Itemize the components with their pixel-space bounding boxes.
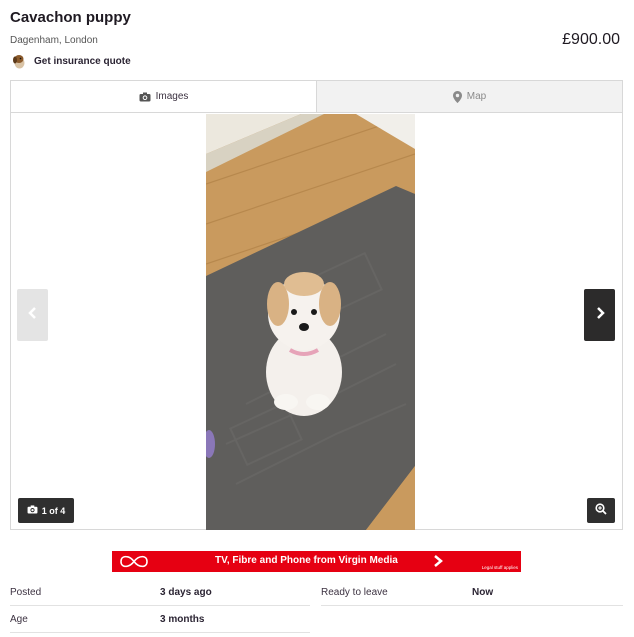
detail-value: 3 days ago xyxy=(160,587,212,598)
camera-icon xyxy=(27,505,38,516)
listing-location: Dagenham, London xyxy=(10,35,98,46)
virgin-media-logo-icon xyxy=(119,554,149,574)
tab-images[interactable]: Images xyxy=(11,81,316,112)
chevron-right-icon xyxy=(433,554,443,573)
insurance-quote-link[interactable]: Get insurance quote xyxy=(12,53,131,69)
ad-headline: TV, Fibre and Phone from Virgin Media xyxy=(215,555,398,566)
camera-icon xyxy=(139,92,151,102)
tab-map-label: Map xyxy=(466,91,487,102)
tab-map[interactable]: Map xyxy=(316,81,622,112)
detail-value: Now xyxy=(472,587,494,598)
listing-title: Cavachon puppy xyxy=(10,9,131,26)
detail-label: Age xyxy=(10,614,28,625)
detail-label: Posted xyxy=(10,587,42,598)
detail-row: Ready to leave Now xyxy=(321,580,623,606)
detail-value: 3 months xyxy=(160,614,205,625)
image-counter: 1 of 4 xyxy=(18,498,74,523)
listing-price: £900.00 xyxy=(562,31,620,48)
previous-image-button[interactable] xyxy=(17,289,48,341)
image-gallery: Images Map 1 of 4 xyxy=(10,80,623,530)
map-pin-icon xyxy=(452,90,462,103)
chevron-left-icon xyxy=(27,306,38,325)
next-image-button[interactable] xyxy=(584,289,615,341)
image-counter-label: 1 of 4 xyxy=(41,505,66,516)
ad-legal-text: Legal stuff applies xyxy=(481,565,518,570)
puppy-photo[interactable] xyxy=(206,114,415,530)
chevron-right-icon xyxy=(595,306,605,325)
zoom-button[interactable] xyxy=(587,498,615,523)
tab-images-label: Images xyxy=(155,91,189,102)
gallery-tabs: Images Map xyxy=(11,81,622,113)
zoom-in-icon xyxy=(595,502,607,520)
detail-label: Ready to leave xyxy=(321,587,388,598)
insurance-quote-label: Get insurance quote xyxy=(34,55,131,67)
detail-row: Age 3 months xyxy=(10,607,310,633)
detail-row: Posted 3 days ago xyxy=(10,580,310,606)
dog-avatar-icon xyxy=(12,53,27,69)
virgin-media-ad-banner[interactable]: TV, Fibre and Phone from Virgin Media Le… xyxy=(112,551,521,572)
